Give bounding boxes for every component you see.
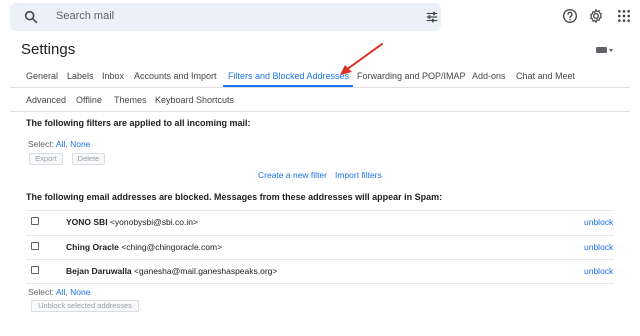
blocked-address: YONO SBI <yonobysbi@sbi.co.in>	[66, 217, 198, 227]
search-icon[interactable]	[23, 9, 39, 25]
tab-accounts-and-import[interactable]: Accounts and Import	[134, 71, 217, 81]
unblock-link[interactable]: unblock	[584, 266, 613, 276]
row-divider	[26, 259, 614, 260]
blocked-select-row: Select: All, None	[28, 287, 91, 297]
tab-inbox[interactable]: Inbox	[102, 71, 124, 81]
unblock-link[interactable]: unblock	[584, 242, 613, 252]
blocked-email: <ching@chingoracle.com>	[121, 242, 223, 252]
tab-add-ons[interactable]: Add-ons	[472, 71, 506, 81]
export-button[interactable]: Export	[29, 153, 63, 165]
select-label: Select:	[28, 139, 54, 149]
create-filter-link[interactable]: Create a new filter	[258, 170, 327, 180]
select-label: Select:	[28, 287, 54, 297]
gear-icon[interactable]	[588, 8, 604, 24]
select-all-link[interactable]: All	[56, 287, 65, 297]
blocked-name: YONO SBI	[66, 217, 108, 227]
tab-themes[interactable]: Themes	[114, 95, 147, 105]
filters-select-row: Select: All, None	[28, 139, 91, 149]
search-input[interactable]: Search mail	[56, 10, 114, 22]
tab-labels[interactable]: Labels	[67, 71, 94, 81]
tab-general[interactable]: General	[26, 71, 58, 81]
row-divider	[26, 235, 614, 236]
select-none-link[interactable]: None	[70, 139, 90, 149]
unblock-link[interactable]: unblock	[584, 217, 613, 227]
select-none-link[interactable]: None	[70, 287, 90, 297]
row-divider	[26, 210, 614, 211]
tab-advanced[interactable]: Advanced	[26, 95, 66, 105]
delete-button[interactable]: Delete	[72, 153, 105, 165]
unblock-selected-button[interactable]: Unblock selected addresses	[31, 300, 139, 312]
annotation-arrow-icon	[340, 43, 383, 75]
blocked-address: Ching Oracle <ching@chingoracle.com>	[66, 242, 222, 252]
tab-divider-2	[10, 111, 630, 112]
blocked-row-checkbox[interactable]	[31, 242, 39, 250]
blocked-name: Ching Oracle	[66, 242, 119, 252]
blocked-row-checkbox[interactable]	[31, 266, 39, 274]
tab-offline[interactable]: Offline	[76, 95, 102, 105]
blocked-row-checkbox[interactable]	[31, 217, 39, 225]
row-divider	[26, 283, 614, 284]
blocked-name: Bejan Daruwalla	[66, 266, 132, 276]
active-tab-indicator	[223, 85, 353, 87]
apps-icon[interactable]	[616, 8, 632, 24]
blocked-email: <yonobysbi@sbi.co.in>	[109, 217, 198, 227]
page-title: Settings	[21, 41, 76, 58]
tab-divider	[10, 87, 630, 88]
tab-chat-and-meet[interactable]: Chat and Meet	[516, 71, 575, 81]
blocked-address: Bejan Daruwalla <ganesha@mail.ganeshaspe…	[66, 266, 277, 276]
blocked-email: <ganesha@mail.ganeshaspeaks.org>	[134, 266, 278, 276]
keyboard-dropdown-icon[interactable]	[596, 46, 614, 54]
tab-keyboard-shortcuts[interactable]: Keyboard Shortcuts	[155, 95, 234, 105]
tune-icon[interactable]	[425, 10, 439, 24]
help-icon[interactable]	[562, 8, 578, 24]
filters-heading: The following filters are applied to all…	[26, 118, 251, 128]
import-filters-link[interactable]: Import filters	[335, 170, 382, 180]
search-bar[interactable]: Search mail	[10, 3, 441, 31]
blocked-heading: The following email addresses are blocke…	[26, 192, 443, 202]
select-all-link[interactable]: All	[56, 139, 65, 149]
